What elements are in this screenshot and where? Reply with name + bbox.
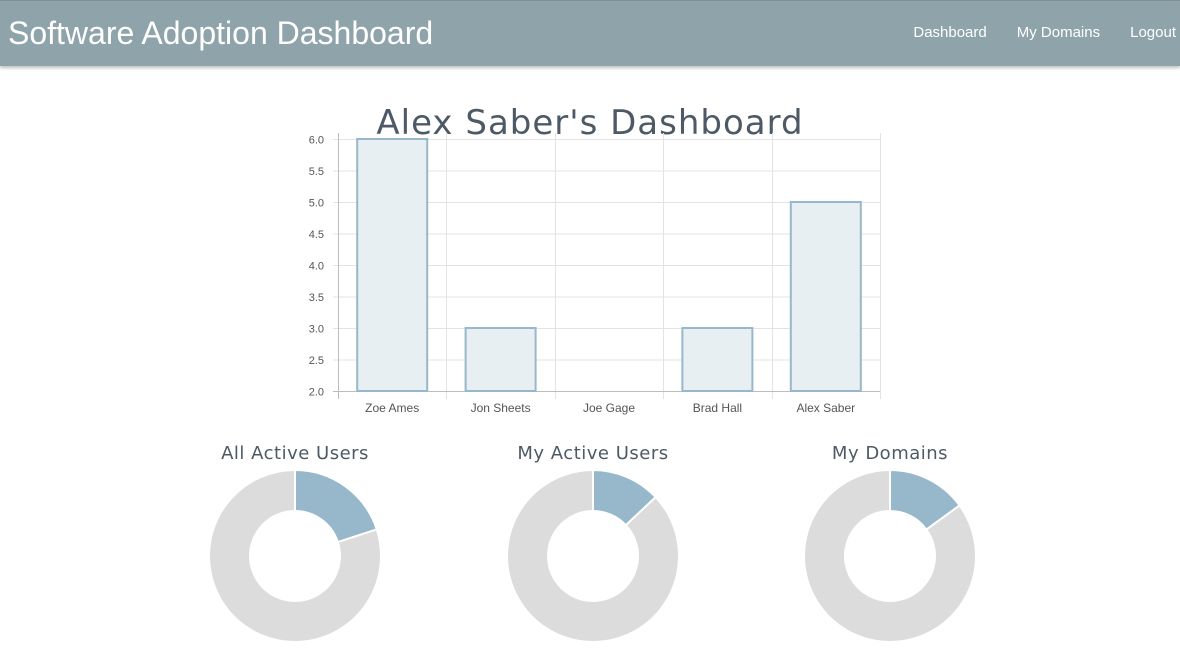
donut-title-my-domains: My Domains [831, 443, 949, 464]
x-tick-label: Alex Saber [796, 401, 855, 415]
y-tick-label: 3.0 [309, 324, 324, 336]
y-tick-label: 2.0 [309, 387, 324, 399]
x-tick-label: Zoe Ames [365, 401, 419, 415]
bar [789, 201, 862, 392]
bar [681, 327, 754, 392]
y-tick-label: 3.5 [309, 292, 324, 304]
donut-title-all-active-users: All Active Users [221, 443, 369, 464]
y-tick-label: 5.5 [309, 166, 324, 178]
nav-link-logout[interactable]: Logout [1130, 24, 1176, 41]
x-tick-label: Jon Sheets [471, 401, 531, 415]
navbar: Software Adoption Dashboard Dashboard My… [0, 0, 1180, 66]
donut-chart-my-active-users [506, 468, 680, 643]
app-brand-title[interactable]: Software Adoption Dashboard [8, 15, 433, 52]
donut-slice [294, 468, 379, 544]
adoption-bar-chart: 6.0 5.5 5.0 4.5 4.0 3.5 3.0 2.5 2.0 Zoe Ames Jon S… [309, 133, 881, 415]
nav-links: Dashboard My Domains Logout [883, 24, 1176, 41]
x-tick-label: Brad Hall [693, 401, 742, 415]
y-tick-label: 4.5 [309, 229, 324, 241]
y-tick-label: 6.0 [309, 135, 324, 147]
donut-title-my-active-users: My Active Users [517, 443, 669, 464]
donut-chart-my-domains [803, 468, 977, 643]
bar [356, 138, 429, 392]
bar [464, 327, 537, 392]
donut-chart-all-active-users [208, 468, 382, 643]
nav-link-my-domains[interactable]: My Domains [1017, 24, 1100, 41]
y-tick-label: 2.5 [309, 355, 324, 367]
y-tick-label: 5.0 [309, 198, 324, 210]
x-tick-label: Joe Gage [583, 401, 635, 415]
y-tick-label: 4.0 [309, 261, 324, 273]
nav-link-dashboard[interactable]: Dashboard [913, 24, 986, 41]
